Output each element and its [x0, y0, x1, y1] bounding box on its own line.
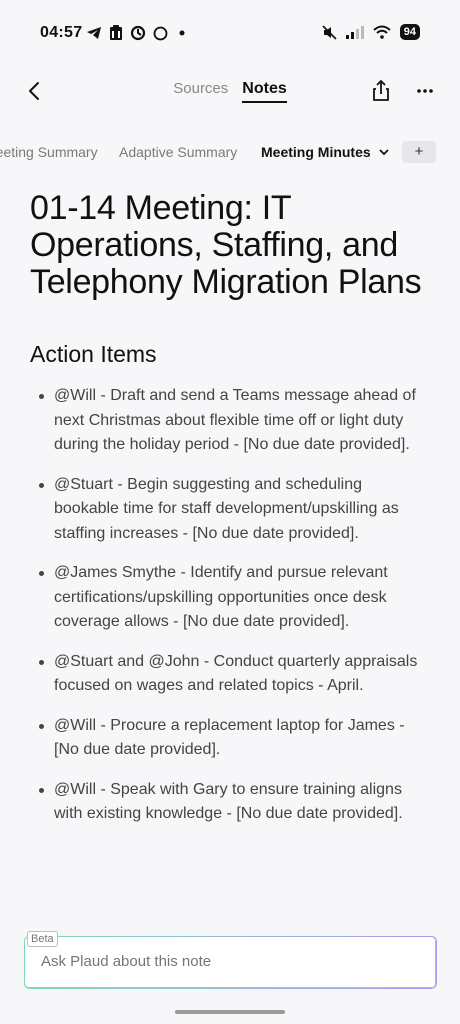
more-horizontal-icon [417, 89, 433, 93]
subtab-adaptive-summary[interactable]: Adaptive Summary [119, 144, 237, 160]
status-bar: 04:57 94 [0, 0, 460, 66]
list-item: @Will - Draft and send a Teams message a… [30, 384, 430, 458]
list-item: @Stuart - Begin suggesting and schedulin… [30, 473, 430, 547]
status-left-icons [86, 25, 189, 41]
note-title: 01-14 Meeting: IT Operations, Staffing, … [30, 190, 422, 301]
signal-icon [345, 25, 364, 39]
nav-bar: Sources Notes [0, 72, 460, 112]
circle-icon [153, 26, 168, 40]
add-template-button[interactable]: + [402, 141, 436, 163]
share-icon [373, 79, 389, 101]
wifi-icon [373, 25, 391, 39]
beta-badge: Beta [27, 931, 58, 947]
sync-icon [130, 25, 146, 41]
clipboard-icon [110, 25, 122, 40]
telegram-icon [87, 27, 101, 39]
more-options-button[interactable] [412, 78, 438, 104]
subtab-meeting-minutes-label: Meeting Minutes [261, 144, 371, 160]
list-item: @Will - Speak with Gary to ensure traini… [30, 778, 430, 827]
ask-input[interactable] [41, 953, 411, 970]
list-item: @Will - Procure a replacement laptop for… [30, 714, 430, 763]
share-button[interactable] [368, 78, 394, 104]
template-tabs: Meeting Summary Adaptive Summary Meeting… [0, 140, 460, 166]
subtab-meeting-summary[interactable]: Meeting Summary [0, 144, 98, 160]
list-item: @James Smythe - Identify and pursue rele… [30, 561, 430, 635]
subtab-meeting-minutes[interactable]: Meeting Minutes [261, 144, 390, 160]
tab-notes[interactable]: Notes [242, 80, 287, 103]
note-content: 01-14 Meeting: IT Operations, Staffing, … [30, 190, 430, 922]
mute-icon [322, 24, 337, 40]
status-right-icons: 94 [322, 24, 420, 40]
dot-icon [179, 30, 185, 36]
section-heading: Action Items [30, 341, 157, 367]
tab-sources[interactable]: Sources [173, 80, 228, 103]
status-time: 04:57 [40, 24, 83, 41]
action-items-list: @Will - Draft and send a Teams message a… [30, 384, 430, 827]
ask-composer: Beta [0, 922, 460, 1024]
chevron-down-icon [378, 149, 389, 156]
ask-box[interactable] [24, 936, 436, 988]
home-indicator [175, 1010, 285, 1014]
battery-icon: 94 [399, 24, 420, 40]
list-item: @Stuart and @John - Conduct quarterly ap… [30, 650, 430, 699]
